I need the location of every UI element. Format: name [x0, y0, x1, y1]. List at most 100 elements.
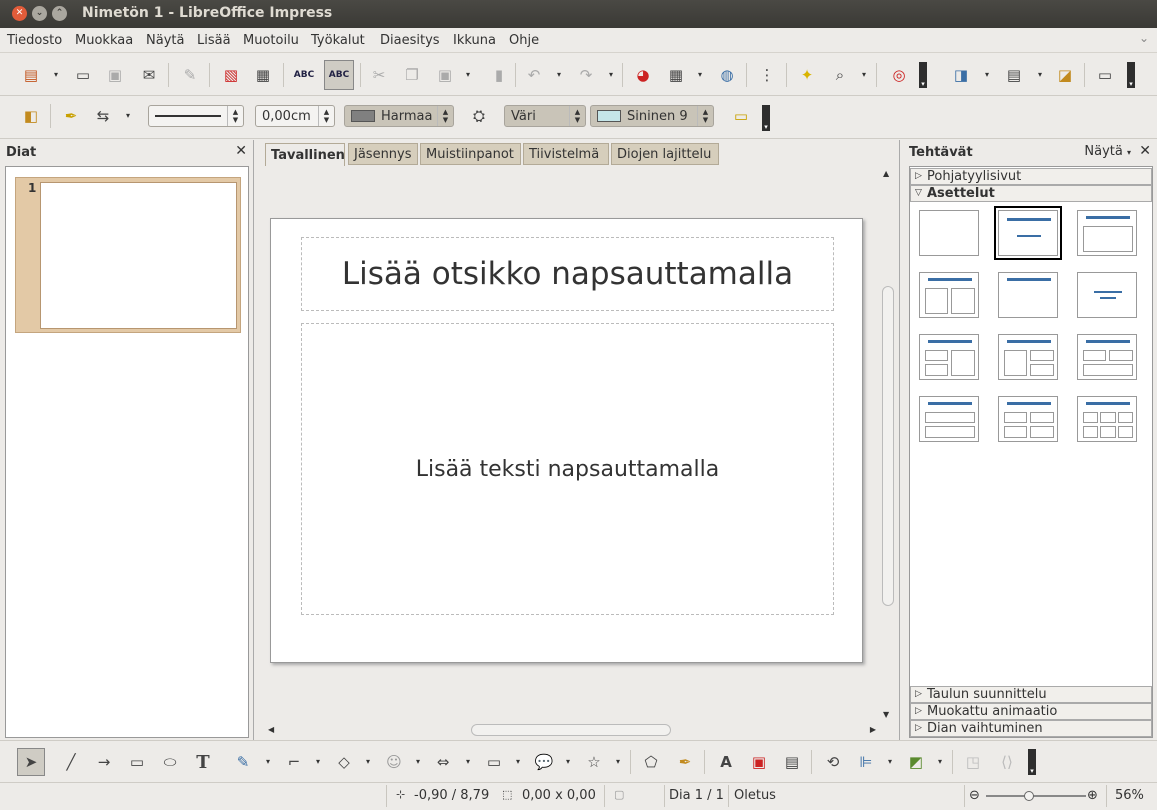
toolbar-grip-icon-4[interactable]: ▾ [1028, 749, 1036, 775]
table-icon[interactable]: ▦ [663, 62, 689, 88]
line-style-spin-icon[interactable]: ▲ ▼ [227, 106, 243, 126]
align-dropdown-icon[interactable]: ▾ [888, 757, 892, 766]
zoom-icon[interactable]: ⌕ [827, 62, 853, 88]
slide[interactable]: Lisää otsikko napsauttamalla Lisää tekst… [270, 218, 863, 663]
line-width-field[interactable]: 0,00cm ▲ ▼ [255, 105, 335, 127]
right-splitter[interactable] [899, 140, 907, 740]
vertical-scrollbar[interactable]: ▲ ▼ [881, 166, 895, 722]
cut-icon[interactable]: ✂ [366, 62, 392, 88]
layout-centered-text[interactable] [1077, 272, 1137, 318]
slide-dropdown-icon[interactable]: ▾ [985, 70, 989, 79]
layout-title-content[interactable] [1077, 210, 1137, 256]
menu-nayta[interactable]: Näytä [146, 33, 184, 48]
curve-icon[interactable]: ✎ [230, 749, 256, 775]
help-icon[interactable]: ◎ [886, 62, 912, 88]
fontwork-icon[interactable]: A [713, 749, 739, 775]
toolbar-grip-icon-2[interactable]: ▾ [1127, 62, 1135, 88]
export-pdf-icon[interactable]: ▧ [218, 62, 244, 88]
flowchart-dropdown-icon[interactable]: ▾ [516, 757, 520, 766]
body-placeholder[interactable]: Lisää teksti napsauttamalla [301, 323, 834, 615]
ellipse-icon[interactable]: ⬭ [157, 749, 183, 775]
undo-dropdown-icon[interactable]: ▾ [557, 70, 561, 79]
stars-dropdown-icon[interactable]: ▾ [616, 757, 620, 766]
section-taulun-suunnittelu[interactable]: ▷ Taulun suunnittelu [910, 686, 1152, 703]
shadow-tool-icon[interactable]: ◳ [960, 749, 986, 775]
spellcheck-icon[interactable]: ABC [291, 62, 317, 88]
save-icon[interactable]: ▣ [102, 62, 128, 88]
layout-blank[interactable] [919, 210, 979, 256]
layout-title-6-content[interactable] [1077, 396, 1137, 442]
paste-icon[interactable]: ▣ [432, 62, 458, 88]
styles-icon[interactable]: ◧ [18, 103, 44, 129]
glue-points-icon[interactable]: ✒ [672, 749, 698, 775]
stars-icon[interactable]: ☆ [581, 749, 607, 775]
layout-title-4-content[interactable] [998, 396, 1058, 442]
horizontal-scrollbar[interactable]: ◀ ▶ [266, 723, 878, 738]
line-arrow-icon[interactable]: → [91, 749, 117, 775]
tab-diojen-lajittelu[interactable]: Diojen lajittelu [611, 143, 719, 165]
doc-modified-icon[interactable]: ▢ [614, 788, 624, 801]
line-tool-icon[interactable]: ╱ [58, 749, 84, 775]
layout-title-2-content-1[interactable] [919, 334, 979, 380]
block-arrows-dropdown-icon[interactable]: ▾ [466, 757, 470, 766]
fill-type-select[interactable]: Väri ▲ ▼ [504, 105, 586, 127]
arrange-icon[interactable]: ◩ [903, 749, 929, 775]
menu-tiedosto[interactable]: Tiedosto [7, 33, 62, 48]
zoom-dropdown-icon[interactable]: ▾ [862, 70, 866, 79]
area-icon[interactable]: ⛭ [466, 103, 492, 129]
zoom-slider-knob[interactable] [1024, 791, 1034, 801]
toolbar-grip-icon[interactable]: ▾ [919, 62, 927, 88]
toggle-extrusion-icon[interactable]: ⟨⟩ [994, 749, 1020, 775]
select-icon[interactable]: ➤ [17, 748, 45, 776]
line-width-spin-icon[interactable]: ▲ ▼ [318, 106, 334, 126]
arrow-style-icon[interactable]: ⇆ [90, 103, 116, 129]
title-placeholder[interactable]: Lisää otsikko napsauttamalla [301, 237, 834, 311]
symbol-shapes-dropdown-icon[interactable]: ▾ [416, 757, 420, 766]
menu-ikkuna[interactable]: Ikkuna [453, 33, 496, 48]
new-dropdown-icon[interactable]: ▾ [54, 70, 58, 79]
callouts-icon[interactable]: 💬 [531, 749, 557, 775]
curve-dropdown-icon[interactable]: ▾ [266, 757, 270, 766]
new-document-icon[interactable]: ▤ [18, 62, 44, 88]
basic-shapes-icon[interactable]: ◇ [331, 749, 357, 775]
layout-title-content-2[interactable] [998, 334, 1058, 380]
email-icon[interactable]: ✉ [136, 62, 162, 88]
slides-panel-close-icon[interactable]: ✕ [235, 143, 247, 159]
gallery-icon[interactable]: ▤ [779, 749, 805, 775]
block-arrows-icon[interactable]: ⇔ [430, 749, 456, 775]
slide-icon[interactable]: ◨ [948, 62, 974, 88]
tasks-pane-close-icon[interactable]: ✕ [1139, 143, 1151, 159]
helplines-icon[interactable]: ✦ [794, 62, 820, 88]
menu-lisaa[interactable]: Lisää [197, 33, 231, 48]
horizontal-scroll-thumb[interactable] [471, 724, 671, 736]
paste-dropdown-icon[interactable]: ▾ [466, 70, 470, 79]
rectangle-icon[interactable]: ▭ [124, 749, 150, 775]
layout-title-slide[interactable] [994, 206, 1062, 260]
vertical-scroll-thumb[interactable] [882, 286, 894, 606]
tasks-view-menu[interactable]: Näytä ▾ [1084, 144, 1131, 159]
shadow-icon[interactable]: ▭ [728, 103, 754, 129]
copy-icon[interactable]: ❐ [399, 62, 425, 88]
edit-file-icon[interactable]: ✎ [177, 62, 203, 88]
connector-dropdown-icon[interactable]: ▾ [316, 757, 320, 766]
line-color-select[interactable]: Harmaa ▲ ▼ [344, 105, 454, 127]
hyperlink-icon[interactable]: ◍ [714, 62, 740, 88]
undo-icon[interactable]: ↶ [521, 62, 547, 88]
chart-icon[interactable]: ◕ [630, 62, 656, 88]
close-window-icon[interactable]: ✕ [12, 6, 27, 21]
layout-title-2-content[interactable] [919, 272, 979, 318]
align-icon[interactable]: ⊫ [853, 749, 879, 775]
fill-color-select[interactable]: Sininen 9 ▲ ▼ [590, 105, 714, 127]
clone-format-icon[interactable]: ▮ [486, 62, 512, 88]
symbol-shapes-icon[interactable]: ☺ [381, 749, 407, 775]
basic-shapes-dropdown-icon[interactable]: ▾ [366, 757, 370, 766]
slideshow-icon[interactable]: ▭ [1092, 62, 1118, 88]
menu-muotoilu[interactable]: Muotoilu [243, 33, 299, 48]
fill-color-spin-icon[interactable]: ▲ ▼ [697, 106, 713, 126]
layout-icon[interactable]: ▤ [1001, 62, 1027, 88]
table-dropdown-icon[interactable]: ▾ [698, 70, 702, 79]
scroll-right-icon[interactable]: ▶ [870, 725, 876, 734]
tab-tavallinen[interactable]: Tavallinen [265, 143, 345, 167]
grid-icon[interactable]: ⋮ [754, 62, 780, 88]
section-pohjatyylisivut[interactable]: ▷ Pohjatyylisivut [910, 168, 1152, 185]
